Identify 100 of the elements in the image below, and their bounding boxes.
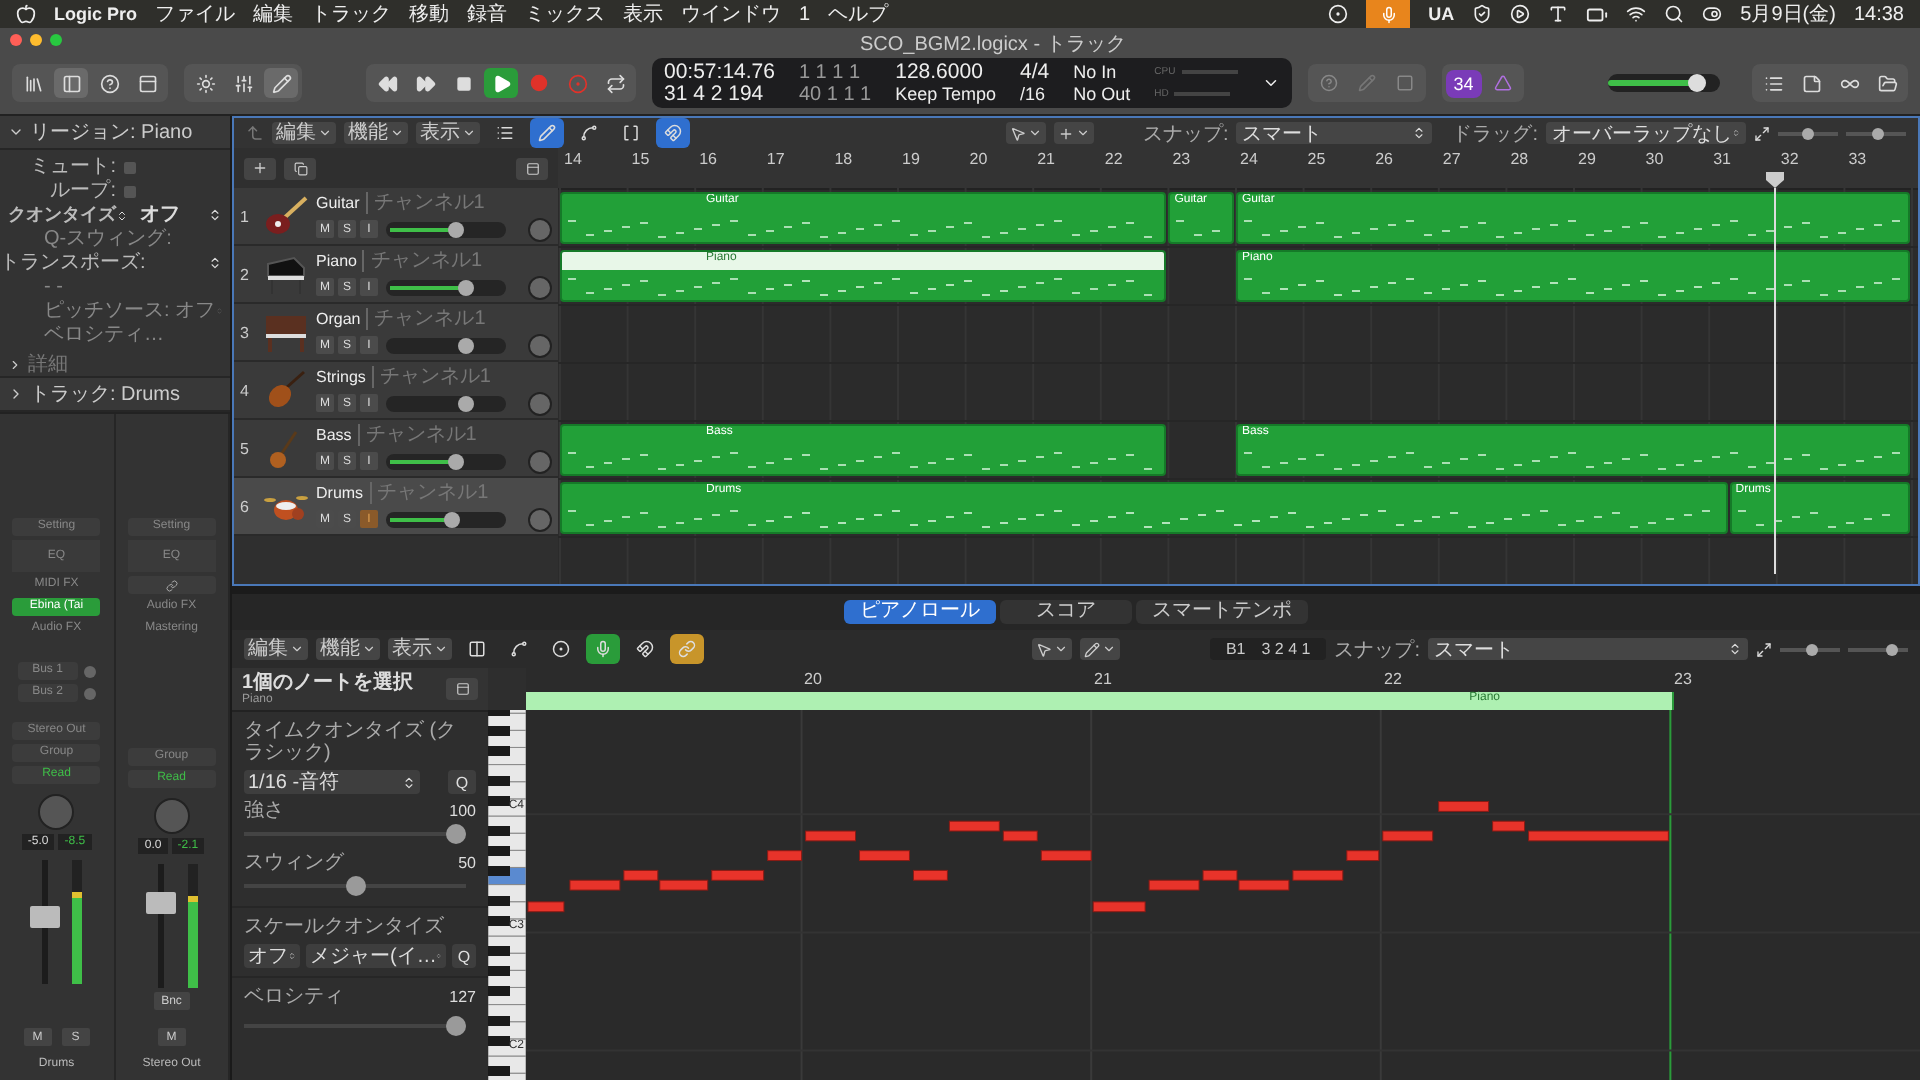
- tool-button[interactable]: [530, 118, 564, 148]
- fader-cap[interactable]: [145, 892, 176, 915]
- play-button[interactable]: [484, 68, 518, 98]
- record-icon[interactable]: [1328, 4, 1349, 24]
- slider-thumb[interactable]: [448, 453, 465, 469]
- pan-knob[interactable]: [528, 507, 552, 531]
- volume-slider[interactable]: [386, 395, 506, 411]
- slider-thumb[interactable]: [1806, 643, 1819, 655]
- checkbox[interactable]: [124, 185, 136, 197]
- region-header[interactable]: リージョン: Piano: [0, 116, 230, 150]
- snap-dropdown[interactable]: スマート: [1428, 638, 1748, 660]
- slider-thumb[interactable]: [443, 511, 460, 527]
- menu-item[interactable]: ウインドウ: [681, 0, 782, 28]
- slider-thumb[interactable]: [1872, 127, 1885, 139]
- param-value[interactable]: オフ: [140, 204, 180, 226]
- bar-number: 28: [1510, 150, 1529, 168]
- duplicate-track-button[interactable]: [284, 157, 316, 179]
- slider-thumb[interactable]: [458, 337, 475, 353]
- editor-tab[interactable]: スコア: [1000, 600, 1132, 624]
- pointer-tool-button[interactable]: [1032, 638, 1072, 660]
- global-tracks-button[interactable]: [516, 157, 548, 179]
- add-track-button[interactable]: [244, 157, 276, 179]
- menu-button[interactable]: 機能: [344, 122, 408, 144]
- wifi-icon[interactable]: [1626, 4, 1647, 24]
- chevron-down-icon[interactable]: [1261, 74, 1280, 92]
- back-icon[interactable]: [246, 124, 264, 142]
- volume-slider[interactable]: [386, 337, 506, 353]
- ruler[interactable]: 14 15 16 17 18 19 20 21 22 23 24 25 26 27 28 29 30 31 32 33: [558, 148, 1918, 190]
- pan-knob[interactable]: [528, 449, 552, 473]
- slider-thumb[interactable]: [448, 221, 465, 237]
- slider-thumb[interactable]: [1886, 643, 1899, 655]
- drag-dropdown[interactable]: オーバーラップなし: [1546, 122, 1746, 144]
- snap-dropdown[interactable]: スマート: [1236, 122, 1433, 144]
- scale-mode-dropdown[interactable]: オフ: [244, 944, 300, 968]
- pan-knob[interactable]: [528, 275, 552, 299]
- fader-cap[interactable]: [30, 905, 61, 928]
- slider-thumb[interactable]: [1687, 74, 1706, 92]
- microphone-status[interactable]: [1366, 0, 1411, 28]
- checkbox[interactable]: [124, 161, 136, 173]
- slider-thumb[interactable]: [446, 824, 466, 844]
- control-center-icon[interactable]: [1702, 4, 1723, 24]
- volume-slider[interactable]: [386, 453, 506, 469]
- shield-icon[interactable]: [1472, 4, 1493, 24]
- pan-knob[interactable]: [528, 217, 552, 241]
- menu-item[interactable]: 移動: [409, 0, 450, 28]
- piano-keyboard-drawing[interactable]: [488, 710, 526, 1080]
- track-header[interactable]: トラック: Drums: [0, 378, 230, 412]
- view-button[interactable]: [264, 68, 298, 98]
- scale-quantize-button[interactable]: Q: [452, 944, 476, 968]
- play-circle-icon[interactable]: [1510, 4, 1531, 24]
- battery-icon[interactable]: [1586, 3, 1609, 25]
- status-text[interactable]: UA: [1428, 4, 1455, 24]
- quantize-dropdown[interactable]: 1/16 -音符: [244, 770, 420, 794]
- volume-slider[interactable]: [386, 279, 506, 295]
- minimize-button[interactable]: [30, 34, 42, 46]
- menu-item[interactable]: 録音: [467, 0, 508, 28]
- slider-thumb[interactable]: [345, 876, 365, 896]
- fit-icon[interactable]: [1756, 641, 1772, 657]
- app-menu[interactable]: Logic Pro: [54, 4, 138, 24]
- menu-button[interactable]: 機能: [316, 638, 380, 660]
- slider-thumb[interactable]: [446, 1016, 466, 1036]
- menu-item[interactable]: ヘルプ: [828, 0, 889, 28]
- menu-item[interactable]: トラック: [311, 0, 392, 28]
- pan-knob[interactable]: [528, 333, 552, 357]
- editor-tab[interactable]: ピアノロール: [844, 600, 996, 624]
- volume-slider[interactable]: [386, 221, 506, 237]
- inspector-toggle-button[interactable]: [446, 678, 478, 700]
- slider-thumb[interactable]: [458, 395, 475, 411]
- pan-knob[interactable]: [528, 391, 552, 415]
- menu-item[interactable]: ファイル: [155, 0, 236, 28]
- search-icon[interactable]: [1664, 4, 1685, 24]
- menu-button[interactable]: 表示: [416, 122, 480, 144]
- pencil-tool-button[interactable]: [1080, 638, 1120, 660]
- scale-dropdown[interactable]: メジャー(イ…: [306, 944, 446, 968]
- menu-item[interactable]: 編集: [253, 0, 294, 28]
- view-button[interactable]: [54, 68, 88, 98]
- text-icon[interactable]: [1548, 4, 1569, 24]
- zoom-button[interactable]: [50, 34, 62, 46]
- tool-button[interactable]: [670, 634, 704, 664]
- close-button[interactable]: [10, 34, 22, 46]
- menu-item[interactable]: 表示: [623, 0, 664, 28]
- add-tool-button[interactable]: [1054, 122, 1095, 144]
- slider-thumb[interactable]: [1802, 127, 1814, 139]
- channel-name: チャンネル1: [371, 365, 491, 387]
- pointer-tool-button[interactable]: [1006, 122, 1047, 144]
- tool-button[interactable]: [656, 118, 690, 148]
- menu-button[interactable]: 編集: [244, 638, 308, 660]
- quantize-button[interactable]: Q: [448, 770, 476, 794]
- menu-item[interactable]: ミックス: [525, 0, 606, 28]
- slider-thumb[interactable]: [458, 279, 475, 295]
- editor-tab[interactable]: スマートテンポ: [1136, 600, 1308, 624]
- menu-button[interactable]: 編集: [272, 122, 336, 144]
- menu-item[interactable]: 1: [799, 3, 811, 25]
- count-badge[interactable]: 34: [1445, 69, 1482, 97]
- fit-icon[interactable]: [1754, 125, 1770, 141]
- apple-icon[interactable]: [16, 4, 36, 24]
- tool-button[interactable]: [586, 634, 620, 664]
- menu-button[interactable]: 表示: [388, 638, 452, 660]
- volume-slider[interactable]: [386, 511, 506, 527]
- master-volume-slider[interactable]: [1607, 74, 1720, 92]
